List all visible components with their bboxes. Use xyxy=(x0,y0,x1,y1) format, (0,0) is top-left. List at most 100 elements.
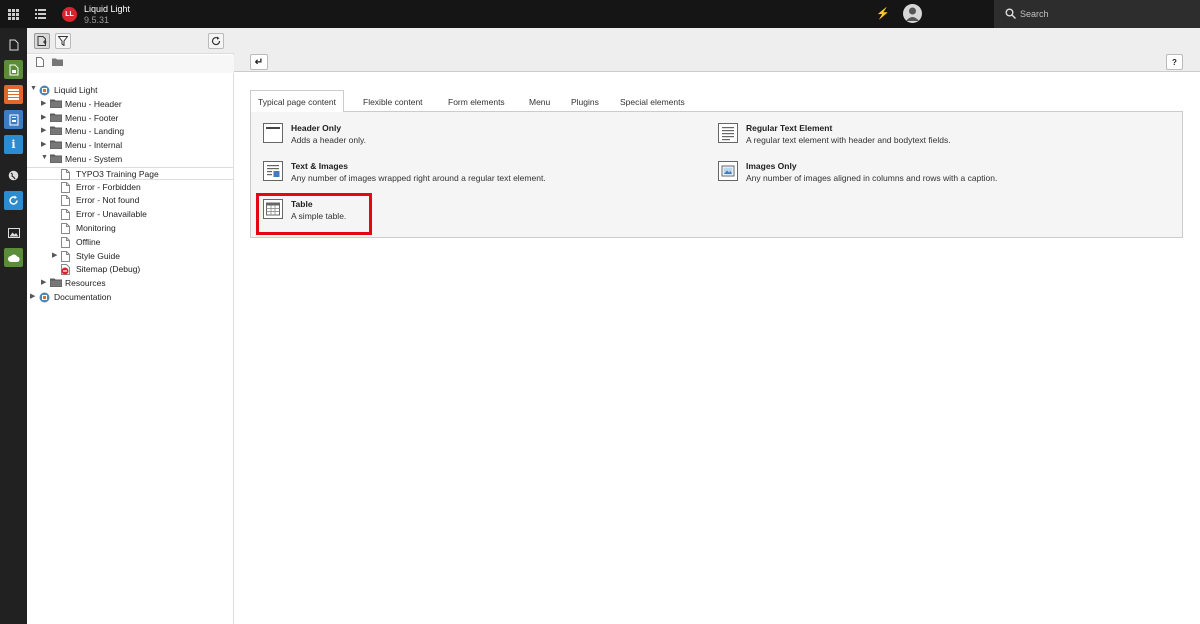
back-button[interactable]: ↵ xyxy=(250,54,268,70)
folder-icon[interactable] xyxy=(50,99,62,110)
help-button[interactable]: ? xyxy=(1166,54,1183,70)
tree-node[interactable]: ▶ Documentation xyxy=(27,291,233,304)
site-logo[interactable]: LL xyxy=(62,7,77,22)
tree-node[interactable]: ▶ Menu - Landing xyxy=(27,125,233,138)
expand-arrow-icon[interactable]: ▶ xyxy=(52,251,60,259)
page-tree-panel: ▼ Liquid Light ▶ Menu - Header ▶ Menu - Foote… xyxy=(27,28,234,624)
page-module-icon[interactable] xyxy=(4,35,23,54)
tree-node-label[interactable]: Error - Forbidden xyxy=(76,182,141,192)
folder-icon[interactable] xyxy=(50,126,62,137)
tree-node-label[interactable]: Sitemap (Debug) xyxy=(76,264,140,274)
page-icon[interactable] xyxy=(61,250,70,264)
expand-arrow-icon[interactable]: ▶ xyxy=(41,126,49,134)
tree-node[interactable]: Sitemap (Debug) xyxy=(27,263,233,276)
tree-node-label[interactable]: Menu - Footer xyxy=(65,113,118,123)
tree-node-label[interactable]: TYPO3 Training Page xyxy=(76,169,159,179)
tree-node-label[interactable]: Resources xyxy=(65,278,106,288)
folder-icon[interactable] xyxy=(50,154,62,165)
filter-icon[interactable] xyxy=(55,33,71,49)
folder-icon[interactable] xyxy=(50,140,62,151)
site-name: Liquid Light xyxy=(84,4,131,14)
wizard-tabs: Typical page content Flexible content Fo… xyxy=(250,90,1183,113)
module-menu: i xyxy=(0,28,27,624)
tree-node-label[interactable]: Style Guide xyxy=(76,251,120,261)
content-element-header-only[interactable]: Header Only Adds a header only. xyxy=(263,123,703,153)
sitemap-icon[interactable] xyxy=(61,264,71,277)
apps-grid-icon[interactable] xyxy=(0,0,27,28)
page-icon[interactable] xyxy=(61,236,70,250)
content-element-text-images[interactable]: Text & Images Any number of images wrapp… xyxy=(263,161,703,191)
tree-node-label[interactable]: Monitoring xyxy=(76,223,116,233)
list-module-icon[interactable] xyxy=(4,85,23,104)
tree-node[interactable]: ▼ Liquid Light xyxy=(27,84,233,97)
tree-node[interactable]: Error - Not found xyxy=(27,194,233,207)
tree-node[interactable]: Offline xyxy=(27,236,233,249)
form-module-icon[interactable] xyxy=(4,110,23,129)
page-icon[interactable] xyxy=(61,195,70,208)
content-element-regular-text[interactable]: Regular Text Element A regular text elem… xyxy=(718,123,1158,153)
expand-arrow-icon[interactable]: ▶ xyxy=(41,140,49,148)
text-element-icon xyxy=(718,123,738,143)
tab-menu[interactable]: Menu xyxy=(521,90,558,112)
list-toggle-icon[interactable] xyxy=(27,0,54,28)
globe-module-icon[interactable] xyxy=(4,166,23,185)
site-root-icon[interactable] xyxy=(39,85,50,98)
flash-icon[interactable]: ⚡ xyxy=(876,7,890,20)
content-element-images-only[interactable]: Images Only Any number of images aligned… xyxy=(718,161,1158,191)
page-icon[interactable] xyxy=(61,223,70,236)
site-version: 9.5.31 xyxy=(84,15,110,25)
tree-node[interactable]: ▶ Style Guide xyxy=(27,250,233,263)
tree-node-label[interactable]: Error - Not found xyxy=(76,195,139,205)
tab-form-elements[interactable]: Form elements xyxy=(440,90,513,112)
cloud-module-icon[interactable] xyxy=(4,248,23,267)
tree-node[interactable]: ▶ Menu - Internal xyxy=(27,139,233,152)
drag-page-icon[interactable] xyxy=(36,57,44,69)
avatar[interactable] xyxy=(903,4,922,23)
image-module-icon[interactable] xyxy=(4,223,23,242)
element-description: Any number of images aligned in columns … xyxy=(746,173,998,183)
new-page-icon[interactable] xyxy=(34,33,50,49)
page-icon[interactable] xyxy=(61,209,70,222)
tab-typical-page-content[interactable]: Typical page content xyxy=(250,90,344,113)
drag-folder-icon[interactable] xyxy=(52,58,63,68)
collapse-arrow-icon[interactable]: ▼ xyxy=(30,85,38,92)
tab-flexible-content[interactable]: Flexible content xyxy=(355,90,431,112)
element-title: Regular Text Element xyxy=(746,123,833,133)
info-module-icon[interactable]: i xyxy=(4,135,23,154)
expand-arrow-icon[interactable]: ▶ xyxy=(30,292,38,300)
tree-node-label[interactable]: Documentation xyxy=(54,292,111,302)
tab-plugins[interactable]: Plugins xyxy=(563,90,607,112)
tree-node-label[interactable]: Menu - Landing xyxy=(65,126,124,136)
view-module-icon[interactable] xyxy=(4,60,23,79)
images-element-icon xyxy=(718,161,738,181)
tree-node[interactable]: ▶ Resources xyxy=(27,277,233,290)
tree-node[interactable]: ▶ Menu - Header xyxy=(27,98,233,111)
expand-arrow-icon[interactable]: ▶ xyxy=(41,99,49,107)
tree-node[interactable]: ▼ Menu - System xyxy=(27,153,233,166)
tree-node[interactable]: Error - Unavailable xyxy=(27,208,233,221)
tree-node-label[interactable]: Liquid Light xyxy=(54,85,97,95)
folder-icon[interactable] xyxy=(50,278,62,289)
tree-node[interactable]: TYPO3 Training Page xyxy=(27,166,233,180)
search-label[interactable]: Search xyxy=(1020,9,1049,19)
tree-node[interactable]: Monitoring xyxy=(27,222,233,235)
sync-module-icon[interactable] xyxy=(4,191,23,210)
expand-arrow-icon[interactable]: ▶ xyxy=(41,113,49,121)
collapse-arrow-icon[interactable]: ▼ xyxy=(41,154,49,161)
tab-special-elements[interactable]: Special elements xyxy=(612,90,693,112)
tree-node-label[interactable]: Error - Unavailable xyxy=(76,209,147,219)
element-description: A regular text element with header and b… xyxy=(746,135,951,145)
content-area: ↵ ? Typical page content Flexible conten… xyxy=(234,28,1200,624)
tree-node-label[interactable]: Menu - Internal xyxy=(65,140,122,150)
refresh-icon[interactable] xyxy=(208,33,224,49)
site-root-icon[interactable] xyxy=(39,292,50,305)
page-icon[interactable] xyxy=(61,181,70,195)
expand-arrow-icon[interactable]: ▶ xyxy=(41,278,49,286)
tree-node[interactable]: ▶ Menu - Footer xyxy=(27,112,233,125)
tree-node[interactable]: Error - Forbidden xyxy=(27,181,233,194)
tree-node-label[interactable]: Menu - Header xyxy=(65,99,122,109)
tree-node-label[interactable]: Offline xyxy=(76,237,100,247)
search-icon[interactable] xyxy=(1005,8,1016,21)
tree-node-label[interactable]: Menu - System xyxy=(65,154,122,164)
folder-icon[interactable] xyxy=(50,113,62,124)
